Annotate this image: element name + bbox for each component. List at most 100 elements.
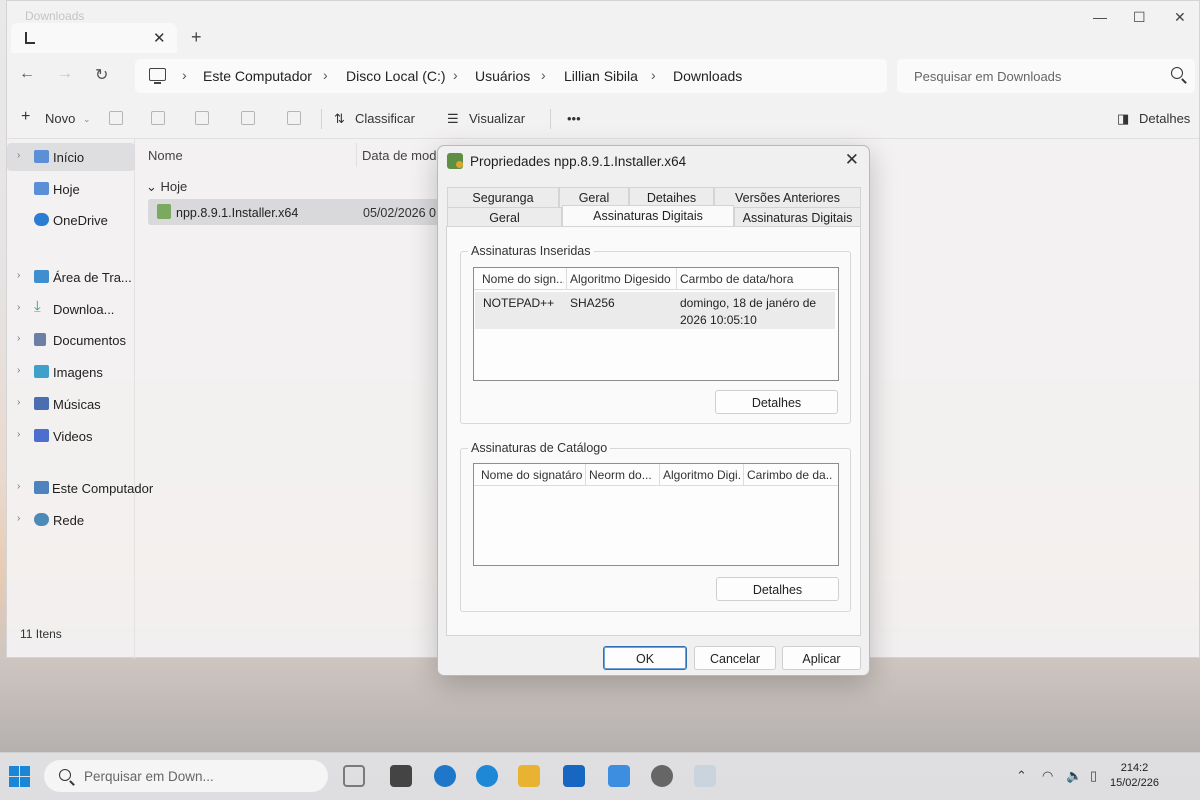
settings-icon[interactable] (651, 765, 673, 787)
chevron-right-icon[interactable]: › (17, 365, 20, 376)
tab-geral-2[interactable]: Geral (447, 207, 562, 227)
breadcrumb-usuarios[interactable]: Usuários (475, 68, 530, 84)
sidebar-item-hoje[interactable]: Hoje (7, 175, 135, 203)
maximize-button[interactable]: ☐ (1133, 9, 1146, 26)
chevron-right-icon[interactable]: › (17, 270, 20, 281)
sort-icon[interactable]: ⇅ (334, 111, 345, 127)
chevron-right-icon[interactable]: › (17, 513, 20, 524)
search-icon[interactable] (1171, 67, 1183, 79)
view-button[interactable]: Visualizar (469, 111, 525, 126)
cut-icon[interactable] (109, 111, 123, 125)
copy-icon[interactable] (151, 111, 165, 125)
refresh-button[interactable]: ↻ (95, 65, 108, 85)
globe-icon[interactable] (434, 765, 456, 787)
column-divider[interactable] (356, 143, 357, 167)
battery-icon[interactable]: ▯ (1090, 768, 1097, 784)
sidebar-item-musicas[interactable]: › Músicas (7, 390, 135, 418)
blank-app-icon[interactable] (694, 765, 716, 787)
task-view-icon[interactable] (343, 765, 365, 787)
column-divider[interactable] (585, 464, 586, 486)
delete-icon[interactable] (287, 111, 301, 125)
edge-icon[interactable] (476, 765, 498, 787)
sidebar-item-rede[interactable]: › Rede (7, 506, 135, 534)
chevron-right-icon[interactable]: › (17, 333, 20, 344)
sidebar-item-desktop[interactable]: › Área de Tra... (7, 263, 135, 291)
column-divider[interactable] (659, 464, 660, 486)
windows-start-icon[interactable] (9, 766, 30, 787)
tab-versoes-anteriores[interactable]: Versões Anteriores (714, 187, 861, 207)
chevron-right-icon[interactable]: › (17, 150, 20, 161)
tab-detalhes[interactable]: Detaihes (629, 187, 714, 207)
back-button[interactable]: ← (19, 65, 35, 83)
chevron-down-icon[interactable]: ⌄ (83, 114, 91, 125)
store-icon[interactable] (563, 765, 585, 787)
breadcrumb-user[interactable]: Lillian Sibila (564, 68, 638, 84)
tab-downloads[interactable]: ✕ (11, 23, 177, 53)
breadcrumb-disco-local[interactable]: Disco Local (C:) (346, 68, 446, 84)
details-pane-button[interactable]: Detalhes (1139, 111, 1190, 126)
sidebar-item-este-computador[interactable]: › Este Computador (7, 474, 153, 502)
share-icon[interactable] (241, 111, 255, 125)
file-explorer-icon[interactable] (518, 765, 540, 787)
column-header-timestamp[interactable]: Carmbo de data/hora (680, 272, 830, 286)
new-tab-button[interactable]: + (191, 27, 202, 48)
column-divider[interactable] (743, 464, 744, 486)
taskbar-search-input[interactable]: Perquisar em Down... (44, 760, 328, 792)
dialog-close-button[interactable]: ✕ (845, 150, 859, 170)
sidebar-item-downloads[interactable]: › ⤓ Downloa... (7, 295, 135, 323)
column-header-name[interactable]: Neorm do... (589, 468, 657, 482)
ok-button[interactable]: OK (603, 646, 687, 670)
column-divider[interactable] (566, 268, 567, 290)
sidebar-item-videos[interactable]: › Videos (7, 422, 135, 450)
address-bar[interactable]: › Este Computador › Disco Local (C:) › U… (135, 59, 887, 93)
chevron-right-icon[interactable]: › (17, 302, 20, 313)
sidebar-item-onedrive[interactable]: OneDrive (7, 206, 135, 234)
sidebar-item-inicio[interactable]: › Início (7, 143, 135, 171)
column-header-name[interactable]: Nome (148, 148, 183, 163)
clock[interactable]: 214:2 15/02/226 (1110, 761, 1159, 791)
file-row[interactable]: npp.8.9.1.Installer.x64 05/02/2026 0 (148, 199, 448, 225)
table-row[interactable]: NOTEPAD++ SHA256 domingo, 18 de janéro d… (475, 292, 835, 329)
apply-button[interactable]: Aplicar (782, 646, 861, 670)
sort-button[interactable]: Classificar (355, 111, 415, 126)
embedded-details-button[interactable]: Detalhes (715, 390, 838, 414)
widgets-icon[interactable] (390, 765, 412, 787)
show-hidden-icons-button[interactable]: ⌃ (1016, 768, 1027, 784)
forward-button[interactable]: → (57, 65, 73, 83)
wifi-icon[interactable]: ◠ (1042, 768, 1053, 784)
chevron-right-icon[interactable]: › (17, 429, 20, 440)
plus-icon[interactable]: + (21, 108, 30, 126)
cancel-button[interactable]: Cancelar (694, 646, 776, 670)
tab-seguranca[interactable]: Seguranga (447, 187, 559, 207)
tab-geral[interactable]: Geral (559, 187, 629, 207)
volume-icon[interactable]: 🔈 (1066, 768, 1082, 784)
column-header-timestamp[interactable]: Carimbo de da... (747, 468, 833, 482)
sidebar-item-imagens[interactable]: › Imagens (7, 358, 135, 386)
tab-assinaturas-digitais-2[interactable]: Assinaturas Digitais (734, 207, 861, 227)
tab-close-icon[interactable]: ✕ (153, 29, 166, 47)
minimize-button[interactable]: — (1093, 9, 1107, 25)
embedded-signatures-list[interactable]: Nome do sign... Algoritmo Digesido Carmb… (473, 267, 839, 381)
column-header-signer[interactable]: Nome do signatáro (481, 468, 585, 482)
sidebar-item-documentos[interactable]: › Documentos (7, 326, 135, 354)
column-divider[interactable] (676, 268, 677, 290)
catalog-details-button[interactable]: Detalhes (716, 577, 839, 601)
chevron-right-icon[interactable]: › (17, 397, 20, 408)
group-header-hoje[interactable]: ⌄ Hoje (146, 179, 187, 195)
column-header-digest[interactable]: Algoritmo Digesido (570, 272, 674, 286)
new-button[interactable]: Novo (45, 111, 75, 126)
column-header-signer[interactable]: Nome do sign... (482, 272, 564, 286)
chevron-right-icon[interactable]: › (17, 481, 20, 492)
view-icon[interactable]: ☰ (447, 111, 459, 127)
rename-icon[interactable] (195, 111, 209, 125)
more-options-button[interactable]: ••• (567, 111, 581, 126)
column-header-date[interactable]: Data de mod (362, 148, 436, 163)
details-pane-icon[interactable]: ◨ (1117, 111, 1129, 127)
catalog-signatures-list[interactable]: Nome do signatáro Neorm do... Algoritmo … (473, 463, 839, 566)
column-header-digest[interactable]: Algoritmo Digi... (663, 468, 741, 482)
tab-assinaturas-digitais[interactable]: Assinaturas Digitais (562, 205, 734, 227)
search-input[interactable]: Pesquisar em Downloads (897, 59, 1195, 93)
breadcrumb-este-computador[interactable]: Este Computador (203, 68, 312, 84)
chat-icon[interactable] (608, 765, 630, 787)
close-button[interactable]: ✕ (1174, 9, 1186, 26)
